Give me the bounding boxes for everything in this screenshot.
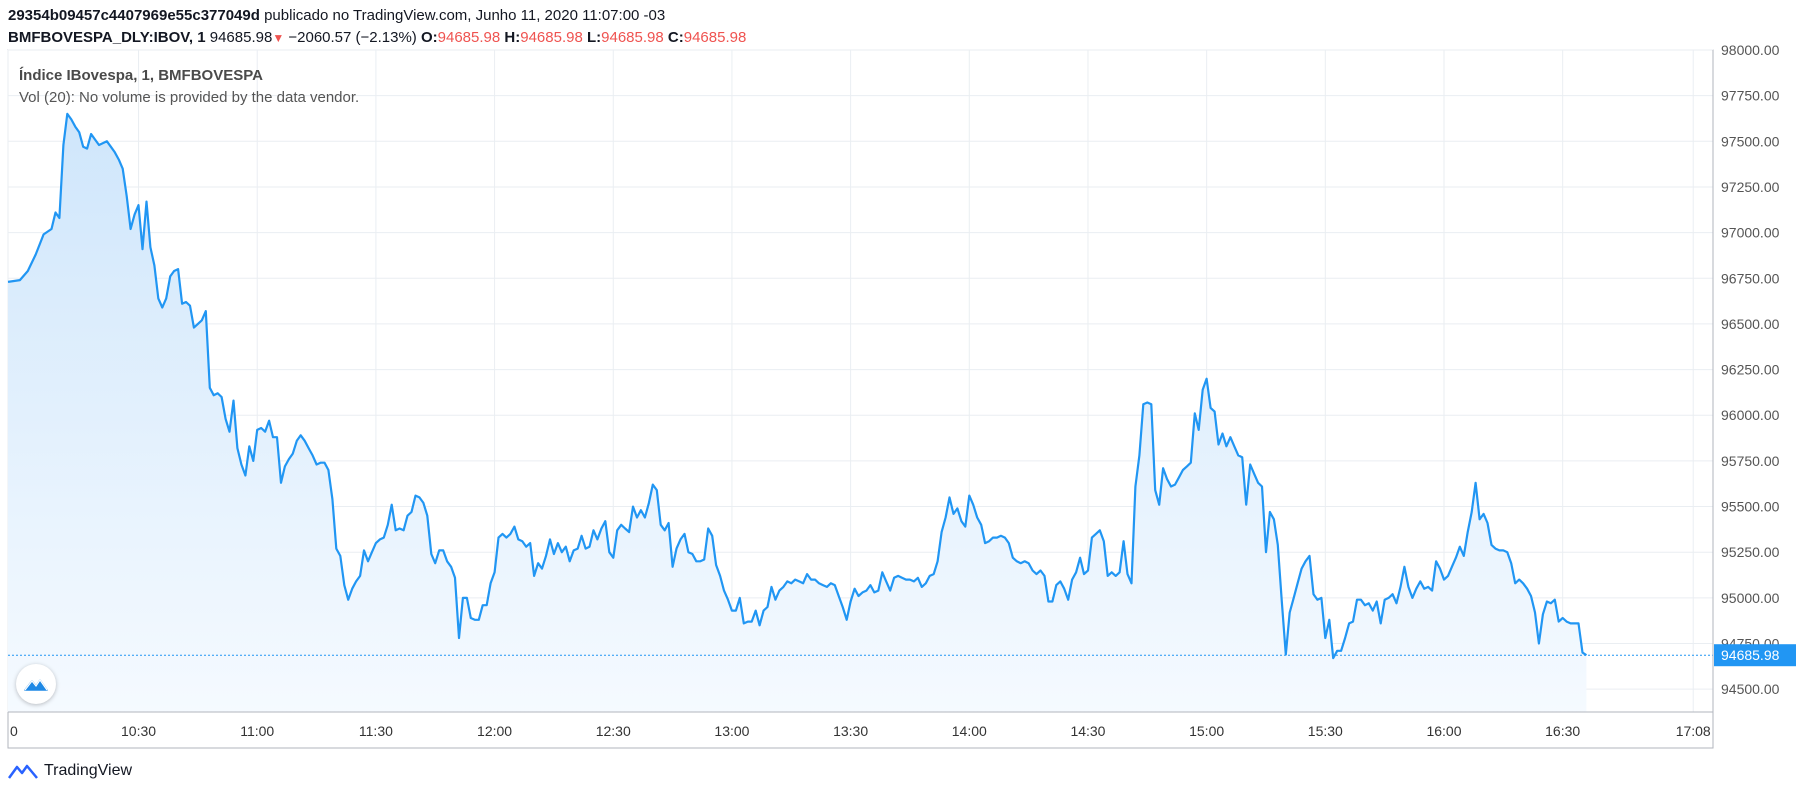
y-tick-label: 96500.00 xyxy=(1721,316,1780,332)
published-text: publicado no TradingView.com, Junho 11, … xyxy=(264,7,666,24)
chart-header-line2: BMFBOVESPA_DLY:IBOV, 1 94685.98▼ −2060.5… xyxy=(8,29,746,46)
low-value: 94685.98 xyxy=(601,29,664,46)
close-value: 94685.98 xyxy=(683,29,747,46)
last-price: 94685.98 xyxy=(209,29,273,46)
close-label: C: xyxy=(667,29,684,46)
open-label: O: xyxy=(420,29,438,46)
x-tick-label: 13:00 xyxy=(714,723,749,739)
y-tick-label: 97250.00 xyxy=(1721,179,1780,195)
high-value: 94685.98 xyxy=(520,29,583,46)
x-tick-label: 10:30 xyxy=(121,723,156,739)
x-tick-label: 16:30 xyxy=(1545,723,1580,739)
high-label: H: xyxy=(504,29,521,46)
y-tick-label: 95500.00 xyxy=(1721,499,1780,515)
y-tick-label: 96750.00 xyxy=(1721,270,1780,286)
x-tick-label: 16:00 xyxy=(1426,723,1461,739)
y-tick-label: 96250.00 xyxy=(1721,362,1780,378)
x-tick-label: 0 xyxy=(10,723,18,739)
y-tick-label: 98000.00 xyxy=(1721,42,1780,58)
current-price-tag-label: 94685.98 xyxy=(1721,647,1780,663)
y-tick-label: 95250.00 xyxy=(1721,544,1780,560)
series-legend-title[interactable]: Índice IBovespa, 1, BMFBOVESPA xyxy=(19,67,263,84)
tradingview-footer[interactable]: TradingView xyxy=(8,762,132,780)
y-tick-label: 95000.00 xyxy=(1721,590,1780,606)
chart-header-line1: 29354b09457c4407969e55c377049d publicado… xyxy=(8,7,665,24)
y-tick-label: 97000.00 xyxy=(1721,225,1780,241)
symbol-label: BMFBOVESPA_DLY:IBOV, 1 xyxy=(8,29,206,46)
time-axis[interactable]: 0 10:30 11:00 11:30 12:00 12:30 13:00 13:30 14:0… xyxy=(10,723,1711,739)
tradingview-brand-label: TradingView xyxy=(44,762,133,779)
y-tick-label: 95750.00 xyxy=(1721,453,1780,469)
tradingview-brand-icon xyxy=(8,764,38,779)
tradingview-logo-icon[interactable] xyxy=(16,664,56,704)
chart-id: 29354b09457c4407969e55c377049d xyxy=(8,7,260,24)
x-tick-label: 17:08 xyxy=(1676,723,1711,739)
x-tick-label: 14:00 xyxy=(952,723,987,739)
low-label: L: xyxy=(586,29,602,46)
price-chart[interactable]: 98000.00 97750.00 97500.00 97250.00 97000.00… xyxy=(0,0,1805,796)
x-tick-label: 13:30 xyxy=(833,723,868,739)
x-tick-label: 11:30 xyxy=(359,723,393,739)
down-triangle-icon: ▼ xyxy=(272,31,285,45)
x-tick-label: 15:00 xyxy=(1189,723,1224,739)
price-axis[interactable]: 98000.00 97750.00 97500.00 97250.00 97000.00… xyxy=(1721,42,1780,697)
y-tick-label: 97750.00 xyxy=(1721,88,1780,104)
x-tick-label: 12:30 xyxy=(596,723,631,739)
price-change: −2060.57 (−2.13%) xyxy=(288,29,417,46)
y-tick-label: 97500.00 xyxy=(1721,133,1780,149)
x-tick-label: 12:00 xyxy=(477,723,512,739)
x-tick-label: 14:30 xyxy=(1070,723,1105,739)
volume-legend[interactable]: Vol (20): No volume is provided by the d… xyxy=(19,89,359,106)
y-tick-label: 94500.00 xyxy=(1721,681,1780,697)
x-tick-label: 15:30 xyxy=(1308,723,1343,739)
y-tick-label: 96000.00 xyxy=(1721,407,1780,423)
current-price-tag: 94685.98 xyxy=(1714,644,1796,667)
x-tick-label: 11:00 xyxy=(240,723,274,739)
open-value: 94685.98 xyxy=(437,29,501,46)
